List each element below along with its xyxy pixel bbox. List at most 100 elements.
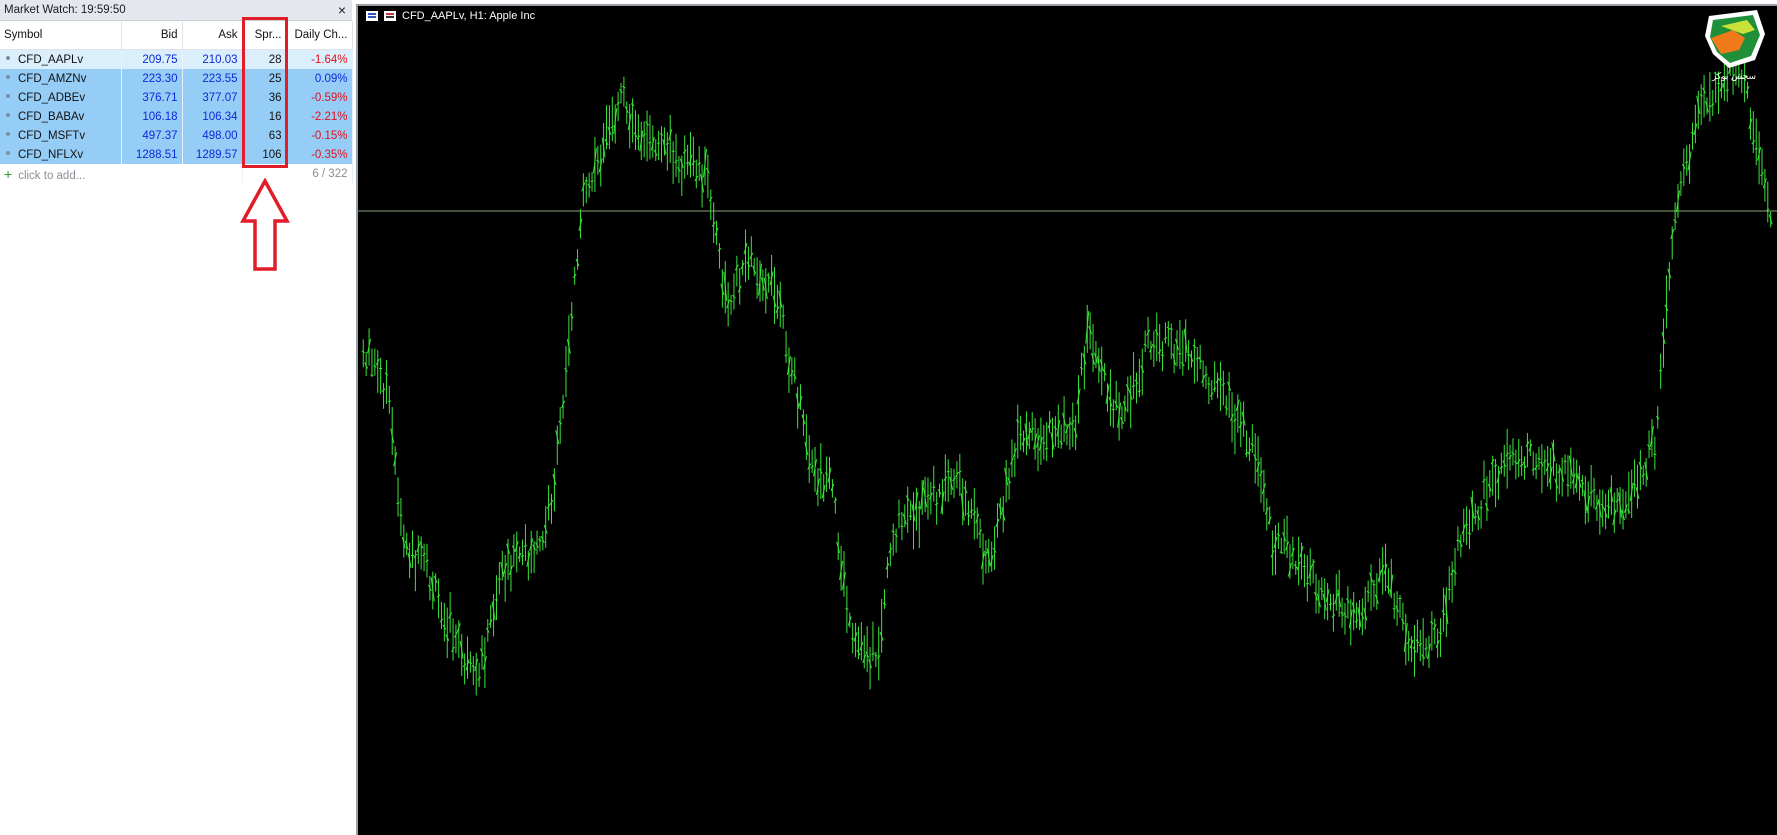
- price-bar: [1395, 591, 1400, 626]
- price-bar: [1493, 458, 1498, 508]
- price-bar: [1386, 568, 1391, 595]
- column-header-ask[interactable]: Ask: [182, 21, 243, 50]
- price-bar: [1528, 439, 1533, 457]
- price-bar: [1331, 593, 1336, 632]
- table-row[interactable]: CFD_MSFTv 497.37 498.00 63 -0.15%: [0, 126, 353, 145]
- column-header-daily-change[interactable]: Daily Ch...: [286, 21, 353, 50]
- price-chart-window[interactable]: CFD_AAPLv, H1: Apple Inc سچس بوکر: [356, 4, 1777, 835]
- spread-cell: 16: [242, 107, 287, 126]
- price-bar: [613, 104, 618, 144]
- close-icon[interactable]: ×: [338, 0, 346, 20]
- price-bar: [1325, 583, 1330, 621]
- price-bar: [1062, 396, 1067, 443]
- price-bar: [1351, 592, 1356, 631]
- price-bar: [503, 554, 508, 602]
- price-bar: [746, 246, 751, 280]
- price-bar: [882, 589, 887, 609]
- price-bar: [384, 360, 389, 404]
- price-bar: [480, 635, 484, 670]
- chart-type-icon: [384, 11, 396, 21]
- price-bar: [755, 257, 759, 299]
- price-bar: [1143, 330, 1147, 353]
- price-bar: [928, 481, 933, 515]
- price-bar: [558, 407, 563, 444]
- price-bar: [865, 626, 870, 673]
- price-bar: [616, 91, 620, 122]
- price-bar: [535, 530, 539, 555]
- price-bar: [900, 512, 904, 541]
- price-bar: [1484, 476, 1489, 521]
- price-bar: [1198, 344, 1203, 370]
- price-bar: [992, 526, 997, 570]
- price-bar: [459, 633, 464, 676]
- price-bar: [989, 541, 994, 572]
- price-bar: [1568, 447, 1573, 489]
- symbol-dot-icon: [6, 113, 10, 118]
- price-bar: [1343, 603, 1347, 635]
- price-bar: [390, 407, 395, 456]
- price-bar: [963, 480, 968, 517]
- price-bar: [1311, 559, 1316, 584]
- price-bar: [636, 114, 641, 151]
- price-bar: [1586, 481, 1591, 523]
- table-row[interactable]: CFD_NFLXv 1288.51 1289.57 106 -0.35%: [0, 145, 353, 164]
- column-header-symbol[interactable]: Symbol: [0, 21, 122, 50]
- price-bar: [416, 535, 421, 565]
- price-bar: [1424, 637, 1428, 658]
- price-chart-canvas[interactable]: [358, 6, 1777, 835]
- price-bar: [986, 538, 991, 573]
- price-bar: [1068, 417, 1072, 450]
- price-bar: [879, 598, 884, 653]
- price-bar: [1308, 548, 1313, 586]
- price-bar: [497, 562, 501, 595]
- symbol-label: CFD_NFLXv: [18, 148, 84, 161]
- price-bar: [668, 115, 673, 163]
- price-bar: [1227, 371, 1232, 418]
- price-bar: [468, 651, 473, 673]
- daily-change-cell: -0.59%: [286, 88, 353, 107]
- column-header-bid[interactable]: Bid: [121, 21, 183, 50]
- price-bar: [1505, 428, 1510, 489]
- price-bar: [569, 302, 574, 331]
- price-bar: [1360, 598, 1365, 636]
- price-bar: [841, 551, 846, 597]
- price-bar: [1383, 543, 1388, 592]
- table-row[interactable]: CFD_ADBEv 376.71 377.07 36 -0.59%: [0, 88, 353, 107]
- price-bar: [1687, 144, 1692, 184]
- price-bar: [1024, 411, 1029, 456]
- price-bar: [862, 635, 867, 669]
- price-bar: [1056, 404, 1061, 449]
- shield-logo-icon: [1705, 10, 1765, 68]
- table-row[interactable]: CFD_AMZNv 223.30 223.55 25 0.09%: [0, 69, 353, 88]
- table-row[interactable]: CFD_AAPLv 209.75 210.03 28 -1.64%: [0, 49, 353, 69]
- price-bar: [1490, 455, 1495, 496]
- column-header-spread[interactable]: Spr...: [242, 21, 287, 50]
- price-bar: [966, 500, 971, 526]
- add-symbol-row[interactable]: + click to add... 6 / 322: [0, 164, 353, 183]
- price-bar: [1615, 487, 1620, 513]
- price-bar: [1204, 365, 1208, 389]
- price-bar: [1667, 261, 1672, 291]
- spread-cell: 28: [242, 49, 287, 69]
- price-bar: [1189, 350, 1194, 368]
- price-bar: [1487, 470, 1492, 498]
- table-row[interactable]: CFD_BABAv 106.18 106.34 16 -2.21%: [0, 107, 353, 126]
- price-bar: [952, 468, 956, 499]
- price-bar: [1175, 330, 1180, 367]
- price-bar: [543, 506, 548, 548]
- price-bar: [1647, 430, 1651, 459]
- price-bar: [404, 532, 409, 556]
- price-bar: [1456, 526, 1460, 551]
- price-bar: [1372, 579, 1376, 608]
- price-bar: [1560, 457, 1565, 497]
- ask-cell: 1289.57: [182, 145, 243, 164]
- price-bar: [874, 651, 878, 667]
- price-bar: [1447, 566, 1451, 601]
- add-symbol-cell[interactable]: + click to add...: [0, 164, 243, 183]
- price-bar: [1201, 360, 1206, 388]
- price-bar: [1514, 449, 1518, 480]
- price-bar: [488, 604, 493, 629]
- price-bar: [972, 488, 977, 540]
- price-bar: [708, 189, 713, 221]
- price-bar: [1131, 352, 1136, 399]
